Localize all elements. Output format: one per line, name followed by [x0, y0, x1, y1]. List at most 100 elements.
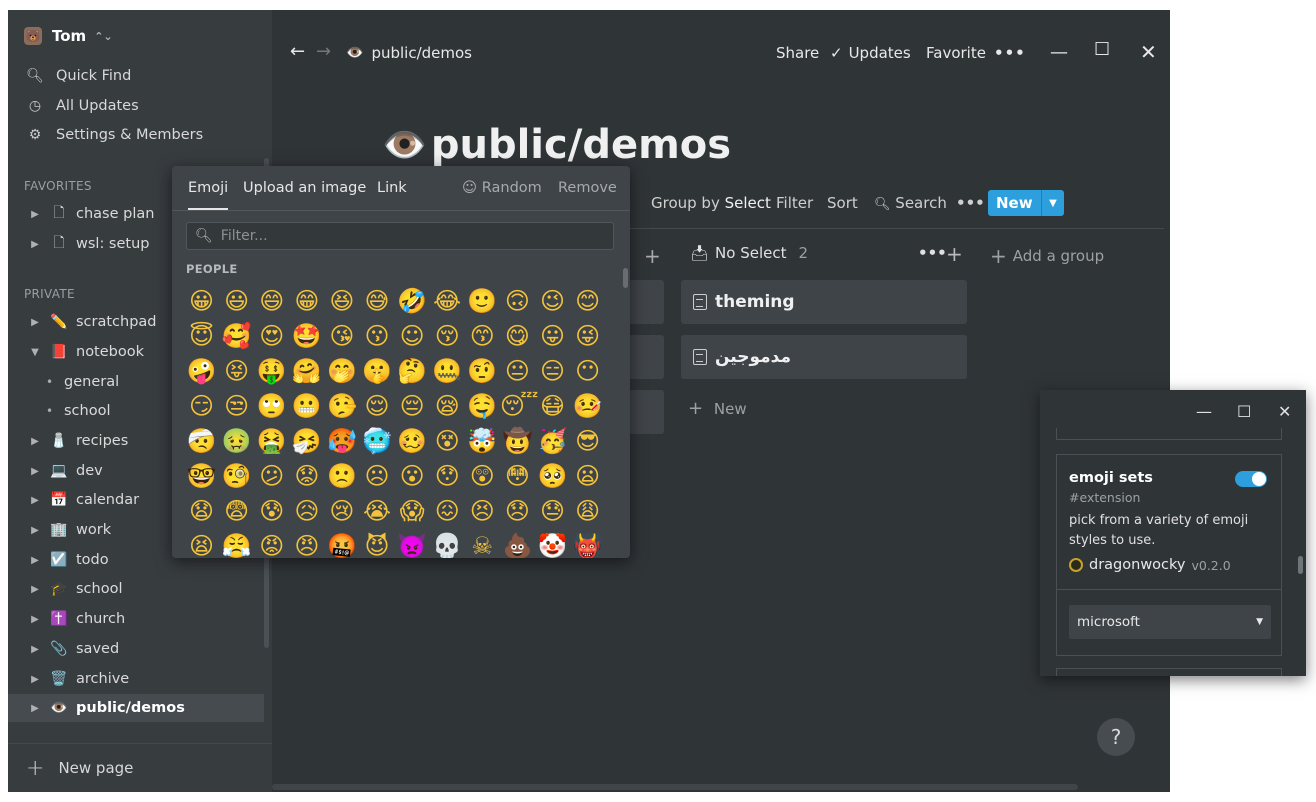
- sidebar-item-church[interactable]: ▶ ✝️ church: [8, 605, 264, 633]
- favorite-button[interactable]: Favorite: [926, 44, 986, 62]
- emoji-option[interactable]: 😊: [570, 284, 605, 319]
- eye-icon[interactable]: 👁️: [382, 124, 427, 166]
- emoji-option[interactable]: 💀: [430, 529, 465, 558]
- workspace-switcher[interactable]: 🐻 Tom ⌃⌄: [24, 24, 113, 48]
- emoji-option[interactable]: 🤩: [289, 319, 324, 354]
- emoji-option[interactable]: 😐: [500, 354, 535, 389]
- emoji-option[interactable]: 😰: [254, 494, 289, 529]
- emoji-option[interactable]: 🙂: [465, 284, 500, 319]
- emoji-option[interactable]: 😝: [219, 354, 254, 389]
- emoji-option[interactable]: 🤑: [254, 354, 289, 389]
- group-by-button[interactable]: Group by Select: [651, 194, 771, 212]
- emoji-option[interactable]: 🧐: [219, 459, 254, 494]
- quick-find-button[interactable]: 🔍︎ Quick Find: [26, 64, 131, 88]
- emoji-option[interactable]: ☺: [395, 319, 430, 354]
- expand-triangle-icon[interactable]: ▶: [28, 317, 42, 328]
- emoji-option[interactable]: 😥: [289, 494, 324, 529]
- emoji-option[interactable]: ☹: [359, 459, 394, 494]
- emoji-option[interactable]: 🤤: [465, 389, 500, 424]
- sidebar-item-archive[interactable]: ▶ 🗑️ archive: [8, 665, 264, 693]
- emoji-option[interactable]: 🙃: [500, 284, 535, 319]
- expand-triangle-icon[interactable]: ▶: [28, 555, 42, 566]
- forward-arrow-icon[interactable]: →: [316, 41, 331, 62]
- emoji-option[interactable]: 🤫: [359, 354, 394, 389]
- maximize-icon[interactable]: ☐: [1237, 402, 1251, 421]
- emoji-option[interactable]: 😀: [184, 284, 219, 319]
- sidebar-item-public-demos[interactable]: ▶ 👁️ public/demos: [8, 694, 264, 722]
- emoji-option[interactable]: 😘: [324, 319, 359, 354]
- emoji-option[interactable]: 🙄: [254, 389, 289, 424]
- settings-members-button[interactable]: ⚙ Settings & Members: [26, 123, 203, 147]
- collapse-triangle-icon[interactable]: ▼: [28, 347, 42, 358]
- emoji-option[interactable]: 😁: [289, 284, 324, 319]
- emoji-option[interactable]: 😪: [430, 389, 465, 424]
- extension-enable-toggle[interactable]: [1235, 471, 1267, 487]
- emoji-option[interactable]: 😬: [289, 389, 324, 424]
- emoji-option[interactable]: 😉: [535, 284, 570, 319]
- emoji-option[interactable]: 😖: [430, 494, 465, 529]
- emoji-option[interactable]: 😷: [535, 389, 570, 424]
- board-new-button[interactable]: + New: [688, 398, 747, 419]
- emoji-option[interactable]: 🤨: [465, 354, 500, 389]
- updates-button[interactable]: ✓ Updates: [830, 44, 911, 62]
- emoji-option[interactable]: 😣: [465, 494, 500, 529]
- horizontal-scrollbar[interactable]: [272, 784, 1078, 790]
- emoji-option[interactable]: 🤧: [289, 424, 324, 459]
- emoji-option[interactable]: 😨: [219, 494, 254, 529]
- emoji-option[interactable]: 🤬: [324, 529, 359, 558]
- share-button[interactable]: Share: [776, 44, 819, 62]
- emoji-option[interactable]: 😱: [395, 494, 430, 529]
- emoji-option[interactable]: 😅: [359, 284, 394, 319]
- new-button[interactable]: New ▼: [988, 190, 1064, 216]
- emoji-option[interactable]: 🥺: [535, 459, 570, 494]
- emoji-option[interactable]: 😏: [184, 389, 219, 424]
- minimize-icon[interactable]: —: [1050, 42, 1068, 63]
- emoji-option[interactable]: 🥳: [535, 424, 570, 459]
- emoji-option[interactable]: 🤡: [535, 529, 570, 558]
- emoji-option[interactable]: 😯: [430, 459, 465, 494]
- sidebar-item-saved[interactable]: ▶ 📎 saved: [8, 635, 264, 663]
- emoji-option[interactable]: 👹: [570, 529, 605, 558]
- emoji-option[interactable]: 😑: [535, 354, 570, 389]
- expand-triangle-icon[interactable]: ▶: [28, 525, 42, 536]
- expand-triangle-icon[interactable]: ▶: [28, 614, 42, 625]
- remove-button[interactable]: Remove: [558, 180, 617, 196]
- emoji-option[interactable]: 🥶: [359, 424, 394, 459]
- emoji-filter-input[interactable]: [218, 227, 603, 245]
- filter-button[interactable]: Filter: [776, 194, 813, 212]
- emoji-option[interactable]: 😳: [500, 459, 535, 494]
- emoji-option[interactable]: 😵: [430, 424, 465, 459]
- picker-scrollbar[interactable]: [623, 268, 628, 288]
- sort-button[interactable]: Sort: [827, 194, 858, 212]
- group-more-icon[interactable]: •••: [918, 244, 947, 262]
- page-title[interactable]: 👁️ public/demos: [382, 122, 731, 168]
- emoji-option[interactable]: 😕: [254, 459, 289, 494]
- expand-triangle-icon[interactable]: ▶: [28, 495, 42, 506]
- emoji-option[interactable]: 🤥: [324, 389, 359, 424]
- more-options-button[interactable]: •••: [994, 44, 1026, 62]
- emoji-option[interactable]: 😔: [395, 389, 430, 424]
- emoji-option[interactable]: 🥴: [395, 424, 430, 459]
- extensions-scrollbar[interactable]: [1298, 556, 1303, 574]
- emoji-option[interactable]: 😍: [254, 319, 289, 354]
- emoji-option[interactable]: 🤓: [184, 459, 219, 494]
- all-updates-button[interactable]: ◷ All Updates: [26, 94, 139, 118]
- emoji-option[interactable]: 😮: [395, 459, 430, 494]
- tab-upload-image[interactable]: Upload an image: [243, 180, 366, 196]
- group-header-no-select[interactable]: 📥︎ No Select 2: [690, 244, 808, 262]
- close-icon[interactable]: ✕: [1140, 40, 1157, 64]
- emoji-option[interactable]: 😒: [219, 389, 254, 424]
- emoji-option[interactable]: 😞: [500, 494, 535, 529]
- emoji-option[interactable]: 🤕: [184, 424, 219, 459]
- emoji-option[interactable]: 😈: [359, 529, 394, 558]
- emoji-option[interactable]: 😙: [465, 319, 500, 354]
- emoji-option[interactable]: 😲: [465, 459, 500, 494]
- emoji-option[interactable]: 🙁: [324, 459, 359, 494]
- sidebar-item-school[interactable]: ▶ 🎓 school: [8, 575, 264, 603]
- maximize-icon[interactable]: ☐: [1094, 39, 1110, 60]
- emoji-option[interactable]: 🤔: [395, 354, 430, 389]
- emoji-option[interactable]: 😛: [535, 319, 570, 354]
- tab-emoji[interactable]: Emoji: [188, 180, 229, 210]
- emoji-option[interactable]: 😢: [324, 494, 359, 529]
- emoji-option[interactable]: 😋: [500, 319, 535, 354]
